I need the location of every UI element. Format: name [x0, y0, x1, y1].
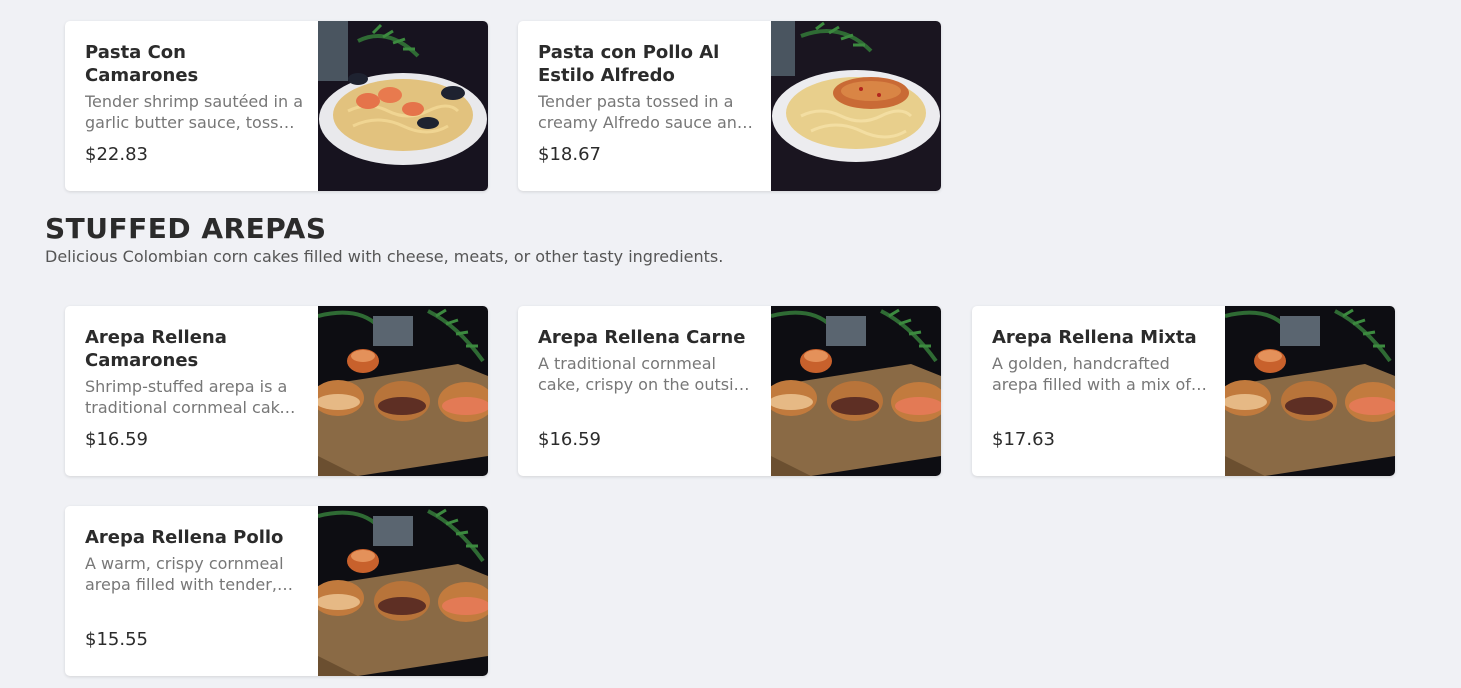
menu-item-card[interactable]: Pasta Con Camarones Tender shrimp sautée…	[65, 21, 488, 191]
menu-item-card[interactable]: Arepa Rellena Camarones Shrimp-stuffed a…	[65, 306, 488, 476]
menu-item-photo	[318, 306, 488, 476]
menu-item-photo	[318, 506, 488, 676]
menu-item-info: Arepa Rellena Mixta A golden, handcrafte…	[992, 326, 1210, 456]
menu-item-description: Tender shrimp sautéed in a garlic butter…	[85, 92, 303, 132]
menu-item-price: $15.55	[85, 629, 148, 650]
menu-item-photo	[771, 21, 941, 191]
menu-item-price: $22.83	[85, 144, 148, 165]
menu-item-info: Pasta Con Camarones Tender shrimp sautée…	[85, 41, 303, 171]
menu-item-title: Arepa Rellena Pollo	[85, 527, 284, 548]
menu-item-description: A golden, handcrafted arepa filled with …	[992, 354, 1191, 394]
menu-item-title: Arepa Rellena Mixta	[992, 327, 1197, 348]
menu-item-price: $17.63	[992, 429, 1055, 450]
menu-item-photo	[1225, 306, 1395, 476]
menu-item-description: A warm, crispy cornmeal arepa filled wit…	[85, 554, 284, 594]
menu-item-title: Arepa Rellena Carne	[538, 327, 746, 348]
menu-item-price: $16.59	[85, 429, 148, 450]
menu-item-info: Arepa Rellena Pollo A warm, crispy cornm…	[85, 526, 303, 656]
menu-item-photo	[318, 21, 488, 191]
menu-item-price: $18.67	[538, 144, 601, 165]
menu-item-description: A traditional cornmeal cake, crispy on t…	[538, 354, 754, 394]
menu-item-description: Tender pasta tossed in a creamy Alfredo …	[538, 92, 748, 132]
menu-item-price: $16.59	[538, 429, 601, 450]
menu-item-card[interactable]: Arepa Rellena Pollo A warm, crispy cornm…	[65, 506, 488, 676]
menu-item-card[interactable]: Arepa Rellena Carne A traditional cornme…	[518, 306, 941, 476]
menu-item-title: Arepa Rellena Camarones	[85, 327, 227, 371]
menu-item-info: Arepa Rellena Camarones Shrimp-stuffed a…	[85, 326, 303, 456]
menu-item-info: Arepa Rellena Carne A traditional cornme…	[538, 326, 756, 456]
menu-item-photo	[771, 306, 941, 476]
section-title: STUFFED AREPAS	[45, 212, 327, 245]
section-description: Delicious Colombian corn cakes filled wi…	[45, 247, 724, 266]
menu-item-description: Shrimp-stuffed arepa is a traditional co…	[85, 377, 295, 417]
menu-item-card[interactable]: Pasta con Pollo Al Estilo Alfredo Tender…	[518, 21, 941, 191]
menu-item-title: Pasta con Pollo Al Estilo Alfredo	[538, 42, 720, 86]
menu-item-info: Pasta con Pollo Al Estilo Alfredo Tender…	[538, 41, 756, 171]
menu-item-card[interactable]: Arepa Rellena Mixta A golden, handcrafte…	[972, 306, 1395, 476]
menu-item-title: Pasta Con Camarones	[85, 42, 199, 86]
menu-page: Pasta Con Camarones Tender shrimp sautée…	[0, 0, 1461, 688]
